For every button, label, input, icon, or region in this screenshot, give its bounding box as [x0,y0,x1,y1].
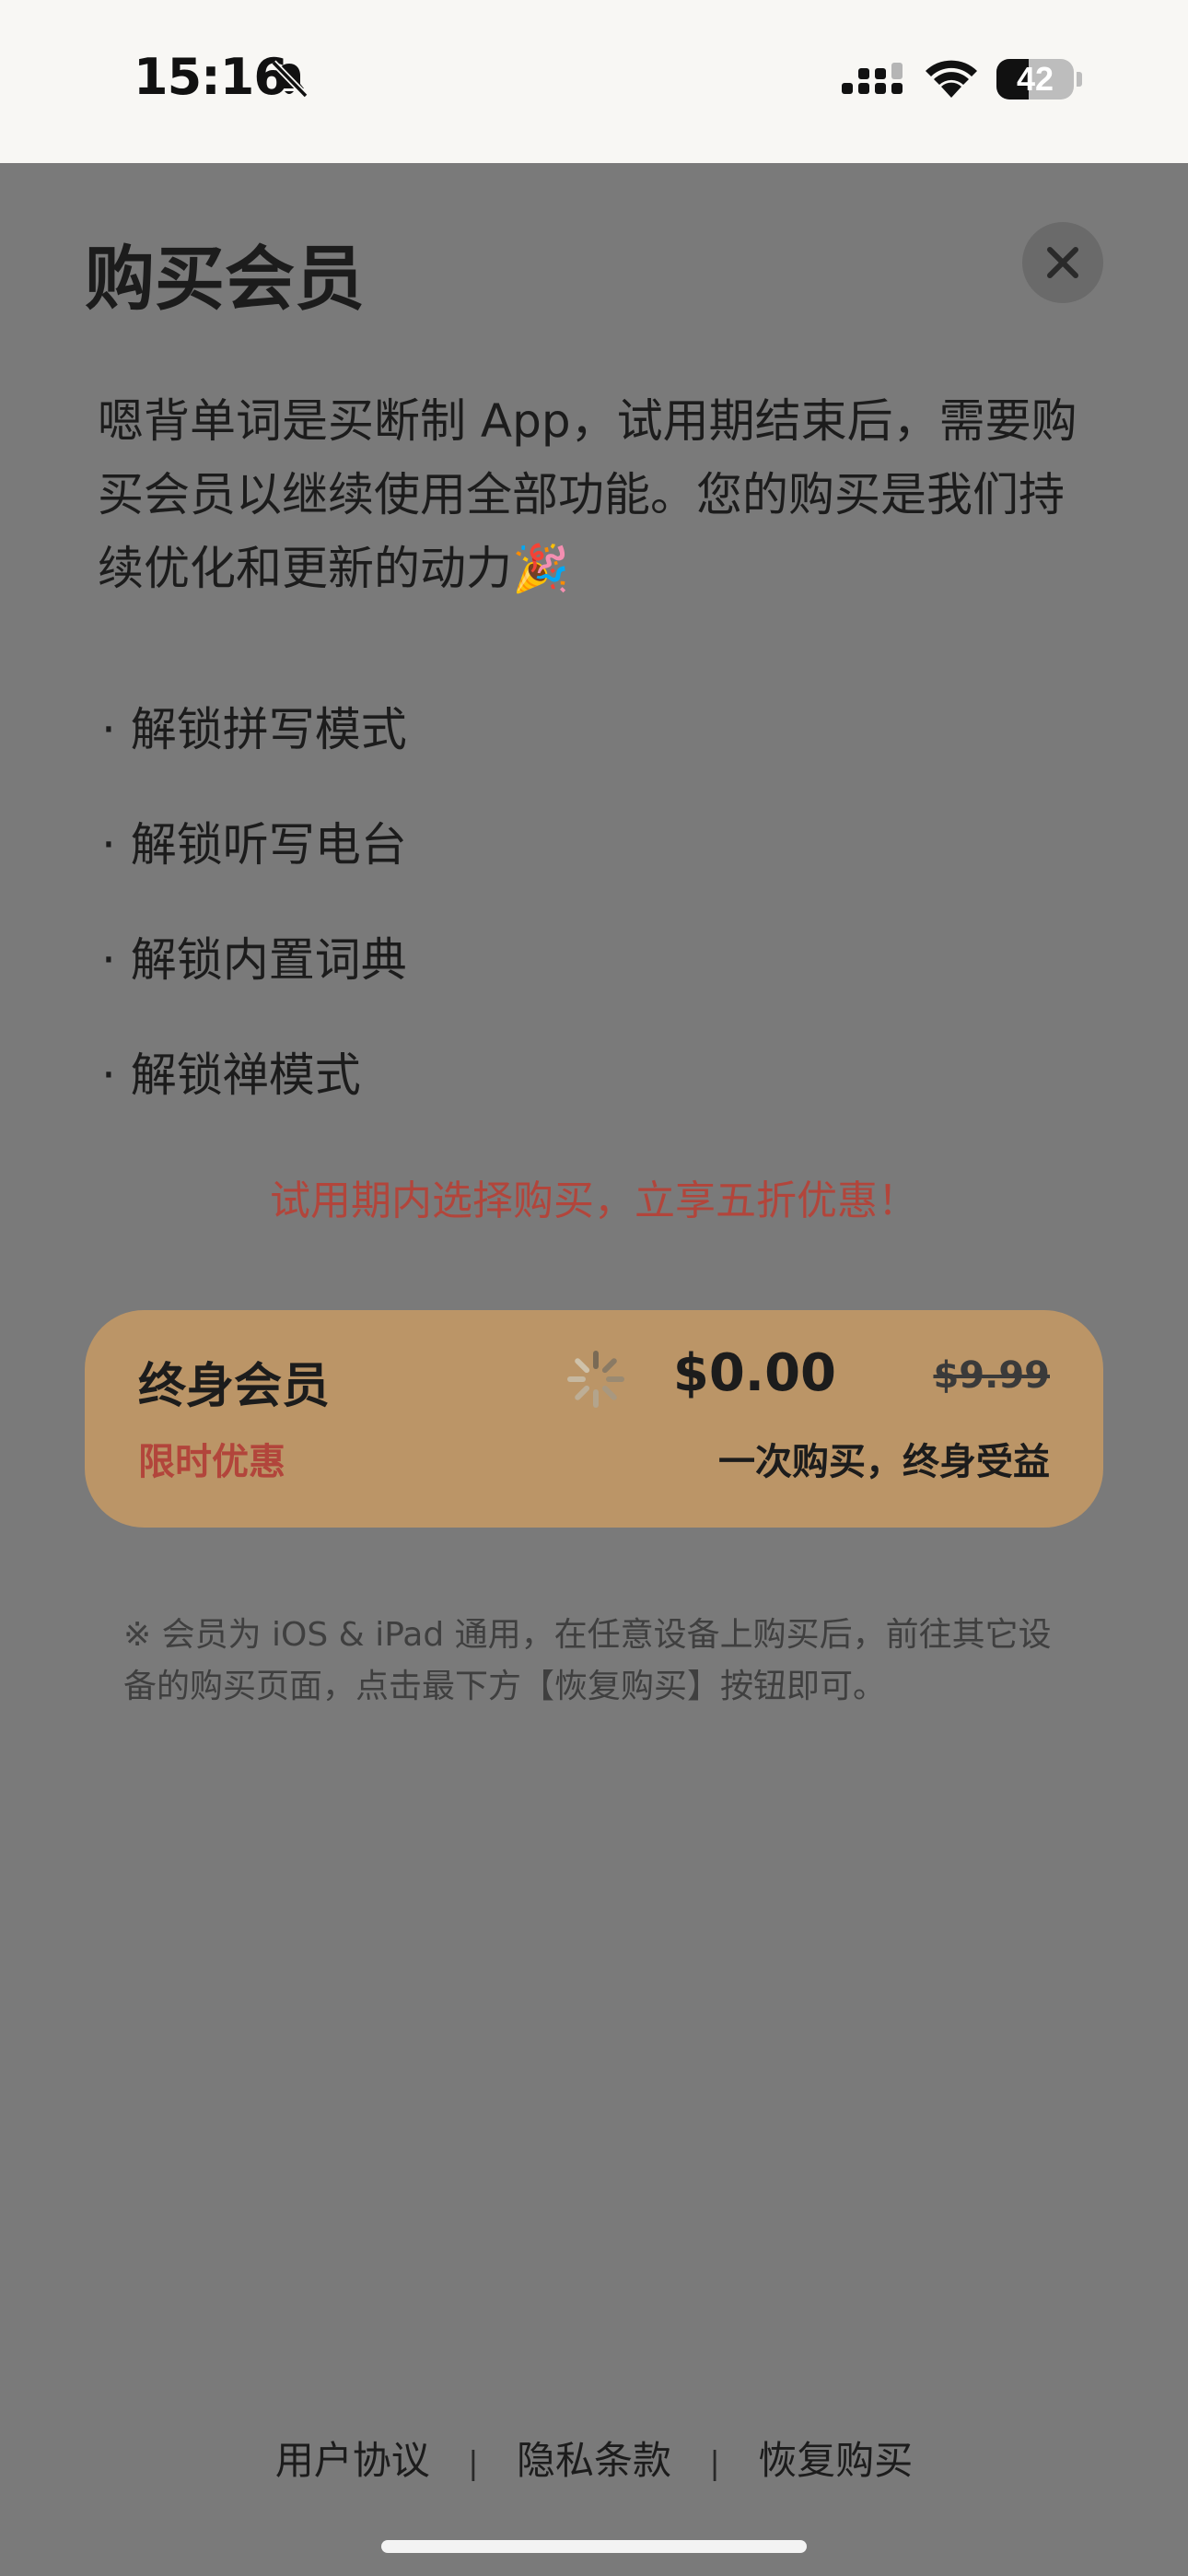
plan-price: $0.00 [672,1343,836,1403]
footer-links: 用户协议 | 隐私条款 | 恢复购买 [0,2430,1188,2486]
footer-separator: | [468,2445,479,2482]
plan-name: 终身会员 [138,1359,331,1414]
feature-item-dictation-radio: · 解锁听写电台 [101,818,407,872]
promo-text: 试用期内选择购买，立享五折优惠！ [270,1177,918,1224]
wifi-icon [926,60,977,98]
intro-text: 嗯背单词是买断制 App，试用期结束后，需要购买会员以继续使用全部功能。您的购买… [98,394,1077,595]
feature-item-dictionary: · 解锁内置词典 [101,933,407,987]
feature-item-spelling: · 解锁拼写模式 [101,703,407,756]
close-button[interactable] [1022,222,1103,303]
purchase-sheet: 购买会员 嗯背单词是买断制 App，试用期结束后，需要购买会员以继续使用全部功能… [0,163,1188,2576]
privacy-link[interactable]: 隐私条款 [517,2438,671,2483]
plan-original-price: $9.99 [933,1354,1050,1397]
status-time: 15:16 [134,48,288,106]
close-icon [1047,247,1078,278]
battery-percentage: 42 [1016,60,1054,98]
loading-spinner-icon [567,1351,624,1408]
cellular-signal-icon [842,63,903,94]
home-indicator [381,2540,807,2553]
battery-icon: 42 [996,59,1082,100]
feature-item-zen-mode: · 解锁禅模式 [101,1048,361,1102]
status-bar: 15:16 42 [0,0,1188,163]
feature-list: · 解锁拼写模式 · 解锁听写电台 · 解锁内置词典 · 解锁禅模式 [101,679,407,1140]
bell-slash-icon [271,60,309,99]
plan-badge: 限时优惠 [138,1441,285,1483]
footer-separator: | [709,2445,720,2482]
restore-purchase-link[interactable]: 恢复购买 [758,2438,913,2483]
terms-link[interactable]: 用户协议 [275,2438,430,2483]
plan-tagline: 一次购买，终身受益 [718,1441,1050,1483]
sync-note: ※ 会员为 iOS & iPad 通用，在任意设备上购买后，前往其它设备的购买页… [123,1616,1052,1705]
page-title: 购买会员 [85,238,365,320]
lifetime-plan-card[interactable]: 终身会员 限时优惠 $0.00 $9.99 一次购买，终身受益 [85,1310,1103,1528]
